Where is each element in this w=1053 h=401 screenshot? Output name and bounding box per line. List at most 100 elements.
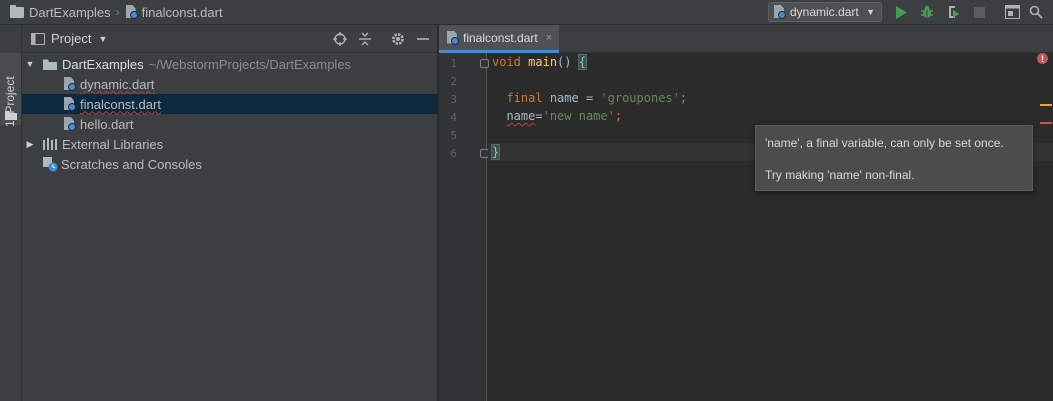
ide-window: DartExamples › finalconst.dart dynamic.d… (0, 0, 1053, 401)
scratches-icon (43, 156, 58, 171)
code-line-3: final name = 'groupones'; (492, 89, 687, 107)
project-panel-header: Project ▼ (22, 25, 437, 53)
run-button[interactable] (893, 4, 909, 20)
run-configuration-label: dynamic.dart (790, 5, 859, 19)
navigation-bar: DartExamples › finalconst.dart dynamic.d… (0, 0, 1053, 25)
stop-icon (973, 6, 985, 18)
run-configuration-selector[interactable]: dynamic.dart ▼ (768, 2, 882, 22)
dart-file-icon (447, 30, 459, 45)
breadcrumb-file-label: finalconst.dart (141, 4, 223, 20)
code-text: = (535, 109, 543, 123)
folder-icon (43, 59, 57, 70)
code-text: = (578, 91, 601, 105)
run-icon (896, 5, 907, 19)
matched-brace: { (577, 54, 588, 70)
error-tooltip: 'name', a final variable, can only be se… (755, 125, 1033, 191)
dart-file-icon (125, 5, 138, 19)
project-structure-icon (1004, 5, 1020, 19)
file-label: hello.dart (80, 116, 134, 132)
matched-brace: } (490, 144, 501, 160)
keyword-void: void (492, 55, 521, 69)
stop-button[interactable] (971, 4, 987, 20)
expand-arrow-icon[interactable]: ▼ (25, 59, 35, 69)
project-path-hint: ~/WebstormProjects/DartExamples (148, 56, 352, 72)
project-view-selector[interactable]: Project (51, 31, 91, 46)
breadcrumb-project-label: DartExamples (29, 4, 111, 20)
breadcrumb-separator-icon: › (115, 5, 120, 19)
tree-node-file-selected[interactable]: finalconst.dart (22, 94, 438, 114)
code-text: () (557, 55, 579, 69)
project-structure-button[interactable] (1004, 4, 1020, 20)
close-icon[interactable]: × (546, 32, 552, 44)
breadcrumb-project[interactable]: DartExamples (0, 0, 111, 25)
folder-icon (10, 4, 24, 18)
file-label: dynamic.dart (80, 76, 155, 92)
chevron-down-icon: ▼ (866, 7, 875, 17)
tree-node-file[interactable]: hello.dart (22, 114, 438, 134)
tree-node-file[interactable]: dynamic.dart (22, 74, 438, 94)
locate-file-button[interactable] (332, 31, 348, 47)
code-line-1: void main() { (492, 53, 588, 71)
dart-file-icon (64, 77, 76, 91)
settings-button[interactable] (390, 31, 406, 47)
gear-icon (392, 33, 404, 45)
external-libraries-label: External Libraries (62, 136, 164, 152)
code-line-4: name='new name'; (492, 107, 622, 125)
project-tool-window-tab[interactable]: 1: Project (0, 53, 21, 127)
run-with-coverage-button[interactable] (945, 4, 961, 20)
libraries-icon (43, 138, 57, 150)
project-tool-window: Project ▼ ▼ DartExamples ~/WebstormProje… (22, 25, 438, 401)
editor-tab-bar: finalconst.dart × (439, 25, 1053, 53)
tree-node-external-libraries[interactable]: ▶ External Libraries (22, 134, 438, 154)
string-literal: 'groupones' (600, 91, 680, 105)
warning-stripe-marker[interactable] (1040, 104, 1052, 106)
variable-name: name (549, 91, 579, 105)
tab-label: finalconst.dart (463, 30, 538, 45)
hide-panel-button[interactable] (415, 31, 431, 47)
semicolon: ; (679, 91, 688, 105)
tooltip-message: 'name', a final variable, can only be se… (765, 136, 1004, 150)
file-label: finalconst.dart (80, 96, 161, 112)
variable-error[interactable]: name (506, 109, 535, 123)
expand-arrow-icon[interactable]: ▶ (25, 139, 35, 150)
keyword-final: final (506, 91, 543, 105)
folder-icon (5, 111, 17, 120)
search-icon (1029, 5, 1043, 19)
line-number: 2 (450, 75, 457, 88)
tree-node-scratches[interactable]: Scratches and Consoles (22, 154, 438, 174)
function-name: main (528, 55, 558, 69)
debug-button[interactable] (919, 4, 935, 20)
line-number: 6 (450, 147, 457, 160)
tree-node-project-root[interactable]: ▼ DartExamples ~/WebstormProjects/DartEx… (22, 54, 438, 74)
line-number: 5 (450, 129, 457, 142)
chevron-down-icon[interactable]: ▼ (98, 34, 107, 44)
breadcrumb-file[interactable]: finalconst.dart (125, 0, 223, 25)
project-view-icon (31, 32, 45, 45)
tooltip-suggestion: Try making 'name' non-final. (765, 168, 915, 182)
collapse-all-icon (359, 32, 371, 46)
debug-icon (921, 5, 933, 18)
scratches-label: Scratches and Consoles (61, 156, 202, 172)
error-stripe-marker[interactable] (1040, 122, 1052, 124)
code-editor[interactable]: void main() { final name = 'groupones'; … (488, 53, 1053, 401)
line-number: 3 (450, 93, 457, 106)
collapse-all-button[interactable] (357, 31, 373, 47)
tool-window-strip: 1: Project (0, 25, 22, 401)
editor-panel: finalconst.dart × 1 2 3 4 5 6 void main(… (439, 25, 1053, 401)
minimize-icon (417, 38, 429, 40)
error-indicator-icon[interactable]: ! (1037, 53, 1048, 64)
dart-file-icon (64, 117, 76, 131)
line-number-gutter: 1 2 3 4 5 6 (439, 53, 489, 401)
crosshair-icon (333, 32, 347, 46)
project-root-label: DartExamples (62, 56, 144, 72)
semicolon: ; (614, 109, 623, 123)
dart-file-icon (64, 97, 76, 111)
coverage-icon (949, 6, 959, 18)
tab-finalconst[interactable]: finalconst.dart × (439, 25, 559, 53)
search-everywhere-button[interactable] (1028, 4, 1044, 20)
dart-file-icon (774, 5, 786, 19)
code-line-6: } (490, 143, 501, 161)
line-number: 4 (450, 111, 457, 124)
string-literal: 'new name' (542, 109, 615, 123)
line-number: 1 (450, 57, 457, 70)
